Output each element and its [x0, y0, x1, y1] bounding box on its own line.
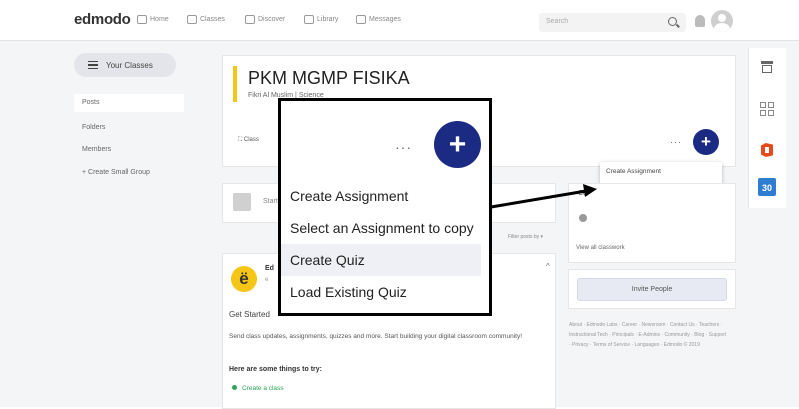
- messages-icon: [356, 15, 366, 24]
- menu-item-create-assignment[interactable]: Create Assignment: [600, 164, 722, 180]
- post-image-icon: [233, 193, 251, 211]
- more-options-icon[interactable]: ···: [395, 139, 412, 155]
- zoomed-menu-callout: ··· + Create Assignment Select an Assign…: [278, 98, 492, 316]
- nav-classes[interactable]: Classes: [187, 15, 225, 24]
- things-to-try-heading: Here are some things to try:: [229, 366, 322, 373]
- search-icon[interactable]: [668, 17, 677, 26]
- nav-home[interactable]: Home: [137, 15, 169, 24]
- your-classes-label: Your Classes: [106, 60, 153, 70]
- class-color-bar: [233, 66, 237, 102]
- apps-grid-icon[interactable]: [758, 100, 776, 118]
- class-title: PKM MGMP FISIKA: [248, 68, 410, 88]
- classwork-card: [568, 183, 736, 263]
- class-code-button[interactable]: ⛶ Class: [238, 137, 259, 144]
- discover-icon: [245, 15, 255, 24]
- add-button-zoomed[interactable]: +: [434, 121, 481, 168]
- menu-item-select-assignment[interactable]: Select an Assignment to copy: [281, 212, 481, 244]
- view-all-classwork-link[interactable]: View all classwork: [576, 245, 625, 251]
- sidebar-item-posts[interactable]: Posts: [74, 94, 184, 112]
- grid-cell: [760, 110, 766, 116]
- home-icon: [137, 15, 147, 24]
- sidebar-item-folders[interactable]: Folders: [82, 124, 105, 131]
- your-classes-button[interactable]: Your Classes: [74, 53, 176, 77]
- search-placeholder: Search: [546, 18, 569, 25]
- menu-item-load-quiz[interactable]: Load Existing Quiz: [281, 276, 481, 308]
- grid-cell: [760, 102, 766, 108]
- post-description: Send class updates, assignments, quizzes…: [229, 333, 523, 340]
- collapse-chevron-icon[interactable]: ^: [546, 262, 550, 271]
- nav-discover-label: Discover: [258, 16, 286, 23]
- start-post-label: Start: [263, 198, 278, 205]
- zoomed-dropdown-menu: Create Assignment Select an Assignment t…: [281, 180, 481, 308]
- classwork-heading: Co: [578, 190, 587, 197]
- edmodo-e-avatar: ë: [231, 266, 257, 292]
- nav-library-label: Library: [317, 16, 339, 23]
- hamburger-icon: [88, 61, 98, 69]
- classes-icon: [187, 15, 197, 24]
- create-small-group-link[interactable]: + Create Small Group: [82, 169, 150, 176]
- edmodo-logo[interactable]: edmodo: [74, 11, 131, 28]
- calendar-icon[interactable]: 30: [758, 178, 776, 196]
- top-nav-bar: edmodo Home Classes Discover Library Mes…: [0, 0, 799, 41]
- more-options-icon[interactable]: ···: [670, 137, 682, 147]
- menu-item-create-assignment[interactable]: Create Assignment: [281, 180, 481, 212]
- notifications-icon[interactable]: [695, 15, 705, 27]
- grid-cell: [768, 110, 774, 116]
- get-started-heading: Get Started: [229, 310, 270, 319]
- nav-messages-label: Messages: [369, 16, 401, 23]
- create-class-link[interactable]: Create a class: [232, 385, 284, 392]
- filter-posts-dropdown[interactable]: Filter posts by ▾: [508, 234, 543, 240]
- office-icon[interactable]: [758, 141, 776, 159]
- post-author-sub: e: [265, 277, 269, 283]
- backpack-icon[interactable]: [758, 58, 776, 76]
- nav-messages[interactable]: Messages: [356, 15, 401, 24]
- nav-discover[interactable]: Discover: [245, 15, 285, 24]
- grid-cell: [768, 102, 774, 108]
- sidebar-item-members[interactable]: Members: [82, 146, 111, 153]
- create-class-label: Create a class: [242, 385, 284, 392]
- nav-home-label: Home: [150, 16, 169, 23]
- footer-links[interactable]: About · Edmodo Labs · Career · Newsroom …: [569, 320, 729, 350]
- add-button[interactable]: +: [693, 129, 719, 155]
- post-author: Ed: [265, 265, 274, 272]
- nav-library[interactable]: Library: [304, 15, 338, 24]
- avatar[interactable]: [711, 10, 733, 32]
- invite-people-button[interactable]: Invite People: [577, 278, 727, 301]
- search-input[interactable]: Search: [539, 13, 686, 32]
- nav-classes-label: Classes: [200, 16, 225, 23]
- menu-item-create-quiz[interactable]: Create Quiz: [281, 244, 481, 276]
- library-icon: [304, 15, 314, 24]
- gear-icon[interactable]: [579, 214, 587, 222]
- class-code-label: Class: [243, 137, 259, 143]
